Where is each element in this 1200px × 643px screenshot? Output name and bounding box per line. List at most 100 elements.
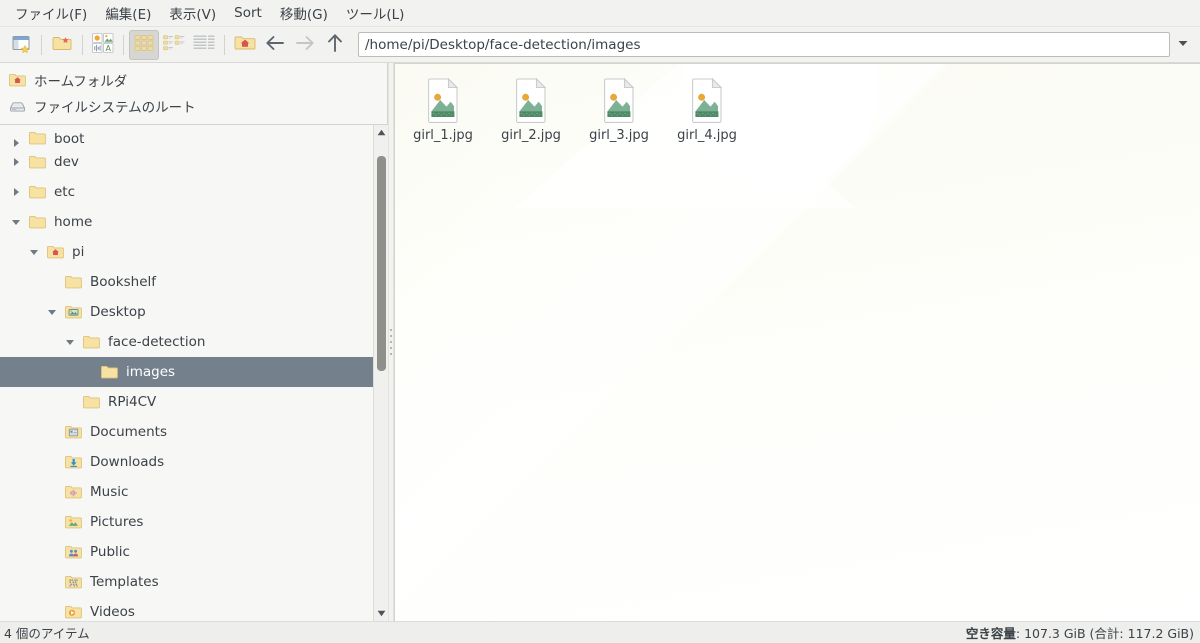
folder-icon <box>28 153 47 171</box>
path-input[interactable]: /home/pi/Desktop/face-detection/images <box>358 32 1170 57</box>
chevron-right-icon[interactable] <box>8 188 24 196</box>
view-options-button[interactable]: A <box>88 30 118 60</box>
tree-item-label: Templates <box>90 574 159 590</box>
file-pane[interactable]: girl_1.jpg girl_2.jpg girl_3.jpg girl_4.jpg <box>394 63 1200 621</box>
folder-icon <box>100 363 119 381</box>
menu-edit[interactable]: 編集(E) <box>96 0 160 27</box>
tree-item-label: boot <box>54 131 85 147</box>
new-window-icon <box>11 33 31 57</box>
chevron-right-icon[interactable] <box>8 139 24 147</box>
tree-item-videos[interactable]: Videos <box>0 597 373 621</box>
tree-item-label: Desktop <box>90 304 146 320</box>
place-filesystem-root[interactable]: ファイルシステムのルート <box>0 93 387 119</box>
scroll-up-arrow-icon[interactable] <box>374 125 389 140</box>
tree-item-home[interactable]: home <box>0 207 373 237</box>
image-file-icon <box>425 77 461 125</box>
chevron-down-icon[interactable] <box>62 339 78 345</box>
up-button[interactable] <box>320 30 350 60</box>
place-label: ファイルシステムのルート <box>34 100 196 116</box>
tree-item-label: Videos <box>90 604 135 620</box>
tree-item-templates[interactable]: Templates <box>0 567 373 597</box>
compact-view-button[interactable] <box>159 30 189 60</box>
menu-file[interactable]: ファイル(F) <box>6 0 96 27</box>
arrow-up-icon <box>323 31 347 59</box>
chevron-down-icon[interactable] <box>44 309 60 315</box>
path-dropdown-button[interactable] <box>1172 30 1194 60</box>
tree-item-label: Documents <box>90 424 167 440</box>
chevron-down-icon[interactable] <box>8 219 24 225</box>
menu-go[interactable]: 移動(G) <box>271 0 337 27</box>
tree-item-desktop[interactable]: Desktop <box>0 297 373 327</box>
chevron-down-icon <box>1176 36 1190 54</box>
tree-item-documents[interactable]: Documents <box>0 417 373 447</box>
free-space-label: 空き容量: 107.3 GiB (合計: 117.2 GiB) <box>966 623 1194 642</box>
folder-icon <box>28 183 47 201</box>
toolbar: A /home/pi/Desktop/face-detection/images <box>0 27 1200 63</box>
home-folder-icon <box>46 243 65 261</box>
tree-item-etc[interactable]: etc <box>0 177 373 207</box>
toolbar-separator-3 <box>123 34 124 55</box>
tree-item-label: Bookshelf <box>90 274 156 290</box>
menu-tools[interactable]: ツール(L) <box>337 0 414 27</box>
tree-item-pi[interactable]: pi <box>0 237 373 267</box>
tree-item-label: pi <box>72 244 85 260</box>
scroll-down-arrow-icon[interactable] <box>374 606 389 621</box>
tree-item-public[interactable]: Public <box>0 537 373 567</box>
folder-icon <box>82 333 101 351</box>
image-file-icon <box>689 77 725 125</box>
arrow-left-icon <box>263 32 287 58</box>
arrow-right-icon <box>293 32 317 58</box>
tree-item-face-detection[interactable]: face-detection <box>0 327 373 357</box>
drive-icon <box>8 97 27 115</box>
file-name-label: girl_2.jpg <box>501 128 561 143</box>
menu-view[interactable]: 表示(V) <box>160 0 225 27</box>
scrollbar-track[interactable] <box>374 140 389 606</box>
directory-tree-wrapper: boot dev etc home pi Bookshelf Desktop face-det… <box>0 125 388 621</box>
toolbar-separator-4 <box>224 34 225 55</box>
folder-icon <box>82 393 101 411</box>
tree-item-boot[interactable]: boot <box>0 125 373 147</box>
icon-view-button[interactable] <box>129 29 159 60</box>
file-item[interactable]: girl_4.jpg <box>663 74 751 147</box>
file-name-label: girl_4.jpg <box>677 128 737 143</box>
file-name-label: girl_1.jpg <box>413 128 473 143</box>
file-item[interactable]: girl_1.jpg <box>399 74 487 147</box>
tree-item-label: home <box>54 214 93 230</box>
back-button[interactable] <box>260 30 290 60</box>
scrollbar-thumb[interactable] <box>376 156 386 371</box>
place-label: ホームフォルダ <box>34 74 128 90</box>
menu-sort[interactable]: Sort <box>225 2 271 25</box>
detailed-list-view-button[interactable] <box>189 30 219 60</box>
forward-button <box>290 30 320 60</box>
documents-folder-icon <box>64 423 83 441</box>
image-file-icon <box>601 77 637 125</box>
icon-view-icon <box>133 33 155 57</box>
splitter-grip-icon <box>390 329 392 355</box>
tree-item-music[interactable]: Music <box>0 477 373 507</box>
chevron-right-icon[interactable] <box>8 158 24 166</box>
path-text: /home/pi/Desktop/face-detection/images <box>365 36 641 53</box>
file-item[interactable]: girl_3.jpg <box>575 74 663 147</box>
tree-item-label: RPi4CV <box>108 394 157 410</box>
sidebar-scrollbar[interactable] <box>373 125 388 621</box>
tree-item-bookshelf[interactable]: Bookshelf <box>0 267 373 297</box>
directory-tree[interactable]: boot dev etc home pi Bookshelf Desktop face-det… <box>0 125 373 621</box>
tree-item-dev[interactable]: dev <box>0 147 373 177</box>
image-file-icon <box>513 77 549 125</box>
chevron-down-icon[interactable] <box>26 249 42 255</box>
tree-item-rpi4cv[interactable]: RPi4CV <box>0 387 373 417</box>
new-window-button[interactable] <box>6 30 36 60</box>
home-button[interactable] <box>230 30 260 60</box>
new-folder-button[interactable] <box>47 30 77 60</box>
home-folder-icon <box>233 33 257 57</box>
free-space-title: 空き容量 <box>965 626 1016 641</box>
downloads-folder-icon <box>64 453 83 471</box>
file-manager-window: ファイル(F) 編集(E) 表示(V) Sort 移動(G) ツール(L) A … <box>0 0 1200 643</box>
tree-item-images[interactable]: images <box>0 357 373 387</box>
place-home-folder[interactable]: ホームフォルダ <box>0 67 387 93</box>
tree-item-pictures[interactable]: Pictures <box>0 507 373 537</box>
sidebar: ホームフォルダファイルシステムのルート boot dev etc home pi Book… <box>0 63 388 621</box>
templates-folder-icon <box>64 573 83 591</box>
tree-item-downloads[interactable]: Downloads <box>0 447 373 477</box>
file-item[interactable]: girl_2.jpg <box>487 74 575 147</box>
